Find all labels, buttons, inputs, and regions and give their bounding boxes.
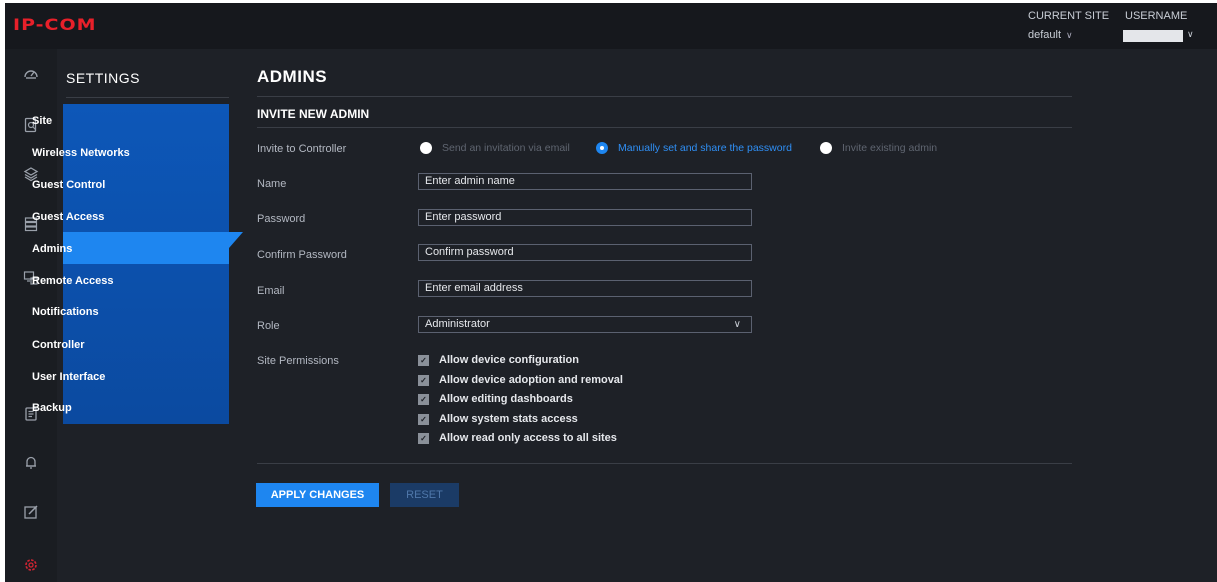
alerts-icon[interactable] (23, 454, 39, 470)
radio-manual-password[interactable]: Manually set and share the password (596, 142, 792, 154)
chevron-down-icon: ∨ (1066, 30, 1073, 40)
chevron-down-icon[interactable]: ∨ (1187, 29, 1194, 40)
reset-button[interactable]: RESET (390, 483, 459, 507)
edit-icon[interactable] (23, 504, 39, 520)
radio-icon (820, 142, 832, 154)
menu-item-controller[interactable]: Controller (32, 339, 85, 351)
menu-item-backup[interactable]: Backup (32, 402, 72, 414)
app-window: IP-COM CURRENT SITE USERNAME default ∨ ∨ (5, 3, 1217, 582)
radio-invite-existing[interactable]: Invite existing admin (820, 142, 937, 154)
site-select[interactable]: default ∨ (1028, 29, 1073, 41)
checkbox-checked-icon: ✓ (418, 393, 429, 405)
divider (66, 97, 229, 98)
radio-label: Invite existing admin (842, 142, 938, 154)
radio-label: Send an invitation via email (442, 142, 570, 154)
password-label: Password (257, 213, 306, 225)
settings-icon[interactable] (23, 557, 39, 573)
username-label: USERNAME (1125, 10, 1188, 22)
site-select-value: default (1028, 29, 1062, 41)
password-input[interactable]: Enter password (418, 209, 752, 226)
email-input[interactable]: Enter email address (418, 280, 752, 297)
ip-com-logo: IP-COM (13, 15, 97, 35)
radio-icon (420, 142, 432, 154)
role-label: Role (257, 320, 280, 332)
role-select[interactable]: Administrator ∨ (418, 316, 752, 333)
permission-device-configuration[interactable]: ✓ Allow device configuration (418, 354, 579, 366)
checkbox-label: Allow read only access to all sites (439, 432, 617, 444)
menu-item-user-interface[interactable]: User Interface (32, 371, 105, 383)
permission-system-stats[interactable]: ✓ Allow system stats access (418, 413, 578, 425)
divider (257, 96, 1072, 97)
admin-name-input[interactable]: Enter admin name (418, 173, 752, 190)
permission-device-adoption[interactable]: ✓ Allow device adoption and removal (418, 374, 623, 386)
invite-label: Invite to Controller (257, 143, 347, 155)
divider (257, 463, 1072, 464)
checkbox-checked-icon: ✓ (418, 413, 429, 425)
name-label: Name (257, 178, 287, 190)
apply-changes-button[interactable]: APPLY CHANGES (256, 483, 379, 507)
top-bar: IP-COM CURRENT SITE USERNAME default ∨ ∨ (5, 3, 1217, 49)
menu-item-guest-control[interactable]: Guest Control (32, 179, 105, 191)
menu-item-wireless-networks[interactable]: Wireless Networks (32, 147, 130, 159)
menu-item-site[interactable]: Site (32, 115, 52, 127)
section-title: INVITE NEW ADMIN (257, 107, 370, 121)
site-permissions-label: Site Permissions (257, 355, 339, 367)
page-title: ADMINS (257, 67, 328, 86)
radio-selected-icon (596, 142, 608, 154)
checkbox-label: Allow device configuration (439, 354, 579, 366)
menu-active-highlight (63, 232, 229, 264)
checkbox-label: Allow editing dashboards (439, 393, 573, 405)
current-site-label: CURRENT SITE (1028, 10, 1110, 22)
menu-item-remote-access[interactable]: Remote Access (32, 275, 114, 287)
menu-item-notifications[interactable]: Notifications (32, 306, 99, 318)
role-select-value: Administrator (425, 318, 490, 330)
divider (257, 127, 1072, 128)
radio-label: Manually set and share the password (618, 142, 792, 154)
dashboard-icon[interactable] (23, 66, 39, 82)
checkbox-checked-icon: ✓ (418, 432, 429, 444)
chevron-down-icon: ∨ (733, 319, 741, 330)
menu-item-admins[interactable]: Admins (32, 243, 72, 255)
menu-item-guest-access[interactable]: Guest Access (32, 211, 104, 223)
permission-read-only-all-sites[interactable]: ✓ Allow read only access to all sites (418, 432, 617, 444)
checkbox-checked-icon: ✓ (418, 354, 429, 366)
settings-title: SETTINGS (66, 70, 141, 86)
confirm-password-label: Confirm Password (257, 249, 347, 261)
checkbox-label: Allow device adoption and removal (439, 374, 623, 386)
checkbox-checked-icon: ✓ (418, 374, 429, 386)
checkbox-label: Allow system stats access (439, 413, 578, 425)
email-label: Email (257, 285, 285, 297)
menu-active-pointer (229, 232, 243, 248)
radio-send-invitation[interactable]: Send an invitation via email (420, 142, 570, 154)
username-menu[interactable] (1123, 30, 1183, 42)
confirm-password-input[interactable]: Confirm password (418, 244, 752, 261)
permission-editing-dashboards[interactable]: ✓ Allow editing dashboards (418, 393, 573, 405)
